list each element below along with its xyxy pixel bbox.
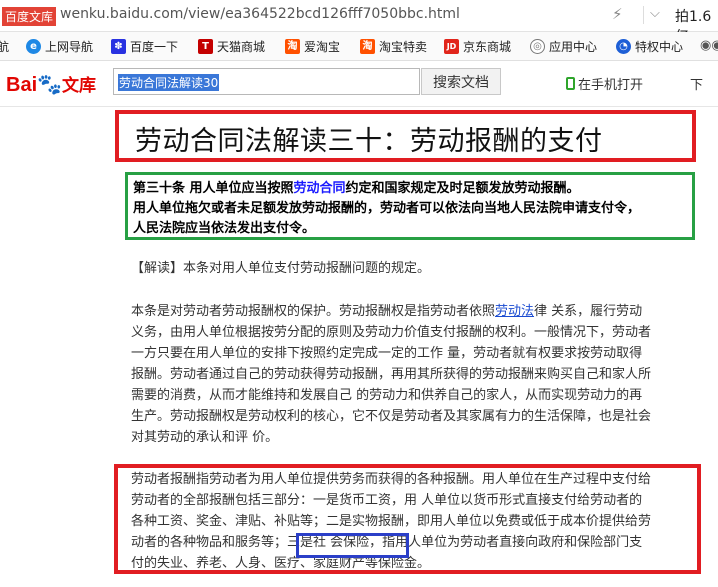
search-button[interactable]: 搜索文档 — [421, 68, 501, 95]
paragraph-line: 本条是对劳动者劳动报酬权的保护。劳动报酬权是指劳动者依照劳动法律 关系，履行劳动 — [131, 302, 642, 322]
bookmark-label: 特权中心 — [635, 39, 684, 54]
article-line: 人民法院应当依法发出支付令。 — [133, 221, 316, 236]
paragraph-text: 律 关系，履行劳动 — [534, 304, 643, 319]
bookmark-label: 天猫商城 — [217, 39, 266, 54]
bookmark-item[interactable]: JD 京东商城 — [444, 37, 511, 55]
bookmark-item[interactable]: 航 — [0, 37, 9, 55]
divider — [643, 6, 644, 24]
bookmark-label: 爱淘宝 — [304, 39, 341, 54]
bookmark-label: 淘宝特卖 — [379, 39, 428, 54]
search-input-value: 劳动合同法解读30 — [118, 74, 220, 91]
labor-contract-link[interactable]: 劳动合同 — [294, 181, 346, 196]
paw-icon: ✽ — [111, 38, 126, 54]
logo-text-wenku: 文库 — [62, 76, 97, 95]
tmall-icon: T — [198, 38, 213, 54]
globe-icon: ◎ — [530, 38, 545, 54]
paragraph-line: 义务，由用人单位根据按劳分配的原则及劳动力价值支付报酬的权利。一般情况下，劳动者 — [131, 325, 652, 340]
article-text: 约定和国家规定及时足额发放劳动报酬。 — [345, 181, 580, 196]
paragraph-line: 需要的消费，从而才能维持和发展自己 的劳动力和供养自己的家人，从而实现劳动力的再 — [131, 388, 643, 403]
open-on-phone-button[interactable]: 在手机打开 — [566, 74, 643, 93]
paw-icon: 🐾 — [37, 74, 63, 96]
taobao-icon: 淘 — [360, 38, 375, 54]
paragraph-line: 报酬。劳动者通过自己的劳动获得劳动报酬，再用其所获得的劳动报酬来购买自己和家人所 — [131, 367, 652, 382]
bookmark-item[interactable]: ✽ 百度一下 — [111, 37, 178, 55]
article-highlight-box: 第三十条 用人单位应当按照劳动合同约定和国家规定及时足额发放劳动报酬。 用人单位… — [125, 172, 695, 240]
site-name-badge: 百度文库 — [2, 7, 57, 26]
article-text: 第三十条 用人单位应当按照 — [133, 181, 294, 196]
bookmark-label: 应用中心 — [549, 39, 598, 54]
taobao-icon: 淘 — [285, 38, 300, 54]
paragraph-line: 生产。劳动报酬权是劳动权利的核心，它不仅是劳动者及其家属有力的生活保障，也是社会 — [131, 409, 652, 424]
bookmark-label: 上网导航 — [45, 39, 94, 54]
baidu-wenku-logo[interactable]: Bai🐾文库 — [6, 71, 96, 97]
search-input[interactable]: 劳动合同法解读30 — [113, 68, 420, 95]
bookmark-label: 百度一下 — [130, 39, 179, 54]
paragraph-line: 对其劳动的承认和评 价。 — [131, 430, 279, 445]
paragraph-text: 本条是对劳动者劳动报酬权的保护。劳动报酬权是指劳动者依照 — [131, 304, 496, 319]
bookmark-label: 京东商城 — [463, 39, 512, 54]
open-on-phone-label: 在手机打开 — [578, 78, 644, 93]
paragraph-line: 各种工资、奖金、津贴、补贴等；二是实物报酬，即用人单位以免费或低于成本价提供给劳 — [131, 514, 652, 529]
bookmark-label: 航 — [0, 39, 10, 54]
bookmark-item[interactable]: e 上网导航 — [26, 37, 93, 55]
paragraph-line: 一方只要在用人单位的安排下按照约定完成一定的工作 量，劳动者就有权要求按劳动取得 — [131, 346, 643, 361]
title-highlight-box: 劳动合同法解读三十：劳动报酬的支付 — [115, 110, 696, 162]
article-line: 第三十条 用人单位应当按照劳动合同约定和国家规定及时足额发放劳动报酬。 — [133, 177, 580, 196]
ie-icon: e — [26, 38, 41, 54]
privilege-icon: ◔ — [616, 38, 631, 54]
owl-icon[interactable]: ◉◉ — [700, 38, 718, 53]
address-bar[interactable]: 百度文库 wenku.baidu.com/view/ea364522bcd126… — [0, 0, 718, 45]
bookmark-item[interactable]: ◔ 特权中心 — [616, 37, 683, 55]
phone-icon — [566, 77, 575, 90]
interpretation-text: 【解读】本条对用人单位支付劳动报酬问题的规定。 — [131, 261, 431, 276]
chevron-down-icon[interactable]: ⌵ — [650, 6, 660, 21]
article-line: 用人单位拖欠或者未足额发放劳动报酬的，劳动者可以依法向当地人民法院申请支付令， — [133, 201, 641, 216]
jd-icon: JD — [444, 38, 459, 54]
bookmark-item[interactable]: 淘 淘宝特卖 — [360, 37, 427, 55]
url-text[interactable]: wenku.baidu.com/view/ea364522bcd126fff70… — [60, 6, 460, 22]
paragraph-line: 劳动者的全部报酬包括三部分：一是货币工资，用 人单位以货币形式直接支付给劳动者的 — [131, 493, 643, 508]
wenku-header: Bai🐾文库 劳动合同法解读30 搜索文档 在手机打开 下 — [0, 61, 718, 107]
bookmark-item[interactable]: 淘 爱淘宝 — [285, 37, 340, 55]
bookmark-item[interactable]: T 天猫商城 — [198, 37, 265, 55]
paragraph-line: 劳动者报酬指劳动者为用人单位提供劳务而获得的各种报酬。用人单位在生产过程中支付给 — [131, 472, 652, 487]
download-link[interactable]: 下 — [690, 74, 703, 93]
bookmark-item[interactable]: ◎ 应用中心 — [530, 37, 597, 55]
labor-law-link[interactable]: 劳动法 — [495, 304, 534, 319]
social-insurance-highlight-box — [296, 533, 409, 558]
bookmarks-bar: 航 e 上网导航 ✽ 百度一下 T 天猫商城 淘 爱淘宝 淘 淘宝特卖 JD 京… — [0, 32, 718, 61]
lightning-icon[interactable]: ⚡ — [612, 5, 623, 23]
document-title: 劳动合同法解读三十：劳动报酬的支付 — [135, 126, 603, 157]
logo-text-bai: Bai — [6, 74, 38, 96]
